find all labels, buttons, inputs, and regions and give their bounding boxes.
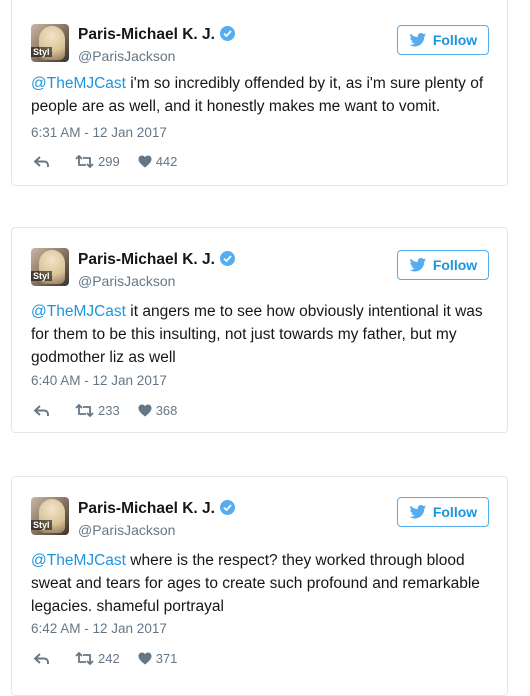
like-count: 368 [155, 403, 178, 418]
follow-label: Follow [432, 257, 478, 273]
avatar[interactable]: Styl [31, 248, 69, 286]
reply-icon [34, 155, 49, 167]
author-handle[interactable]: @ParisJackson [78, 273, 175, 289]
retweet-count: 242 [98, 651, 120, 666]
avatar-tag: Styl [31, 47, 52, 57]
follow-button[interactable]: Follow [397, 25, 489, 55]
retweet-icon [75, 652, 94, 665]
retweet-icon [75, 404, 94, 417]
avatar-tag: Styl [31, 520, 52, 530]
heart-icon [138, 155, 152, 168]
follow-label: Follow [432, 504, 478, 520]
twitter-bird-icon [409, 505, 426, 519]
mention-link[interactable]: @TheMJCast [31, 303, 126, 320]
tweet-actions: 233 368 [34, 403, 177, 418]
retweet-button[interactable]: 299 [75, 154, 120, 169]
retweet-count: 299 [98, 154, 120, 169]
follow-label: Follow [432, 32, 478, 48]
verified-badge-icon [219, 251, 235, 266]
author-handle[interactable]: @ParisJackson [78, 48, 175, 64]
verified-badge-icon [219, 500, 235, 515]
retweet-icon [75, 155, 94, 168]
like-button[interactable]: 371 [138, 651, 178, 666]
verified-badge-icon [219, 26, 235, 41]
twitter-bird-icon [409, 258, 426, 272]
tweet-card: Styl Paris-Michael K. J. @ParisJackson F… [11, 0, 508, 186]
tweet-text: @TheMJCast where is the respect? they wo… [31, 549, 496, 618]
reply-button[interactable] [34, 404, 50, 417]
avatar[interactable]: Styl [31, 497, 69, 535]
heart-icon [138, 652, 152, 665]
tweet-timestamp[interactable]: 6:40 AM - 12 Jan 2017 [31, 373, 167, 388]
follow-button[interactable]: Follow [397, 250, 489, 280]
avatar[interactable]: Styl [31, 24, 69, 62]
author-name-text: Paris-Michael K. J. [78, 500, 215, 517]
reply-button[interactable] [34, 155, 50, 168]
like-button[interactable]: 442 [138, 154, 178, 169]
tweet-text: @TheMJCast i'm so incredibly offended by… [31, 72, 496, 118]
twitter-bird-icon [409, 33, 426, 47]
reply-icon [34, 404, 49, 416]
retweet-button[interactable]: 233 [75, 403, 120, 418]
tweet-actions: 242 371 [34, 651, 177, 666]
mention-link[interactable]: @TheMJCast [31, 75, 126, 92]
reply-button[interactable] [34, 652, 50, 665]
tweet-card: Styl Paris-Michael K. J. @ParisJackson F… [11, 227, 508, 433]
retweet-count: 233 [98, 403, 120, 418]
tweet-timestamp[interactable]: 6:31 AM - 12 Jan 2017 [31, 125, 167, 140]
retweet-button[interactable]: 242 [75, 651, 120, 666]
tweet-timestamp[interactable]: 6:42 AM - 12 Jan 2017 [31, 621, 167, 636]
like-button[interactable]: 368 [138, 403, 178, 418]
like-count: 371 [155, 651, 178, 666]
author-name-text: Paris-Michael K. J. [78, 251, 215, 268]
author-name-text: Paris-Michael K. J. [78, 26, 215, 43]
reply-icon [34, 652, 49, 664]
tweet-card: Styl Paris-Michael K. J. @ParisJackson F… [11, 476, 508, 696]
heart-icon [138, 404, 152, 417]
author-name[interactable]: Paris-Michael K. J. [78, 500, 235, 518]
author-handle[interactable]: @ParisJackson [78, 522, 175, 538]
author-name[interactable]: Paris-Michael K. J. [78, 251, 235, 269]
like-count: 442 [155, 154, 178, 169]
mention-link[interactable]: @TheMJCast [31, 552, 126, 569]
tweet-actions: 299 442 [34, 154, 177, 169]
avatar-tag: Styl [31, 271, 52, 281]
author-name[interactable]: Paris-Michael K. J. [78, 26, 235, 44]
follow-button[interactable]: Follow [397, 497, 489, 527]
tweet-text: @TheMJCast it angers me to see how obvio… [31, 300, 496, 369]
